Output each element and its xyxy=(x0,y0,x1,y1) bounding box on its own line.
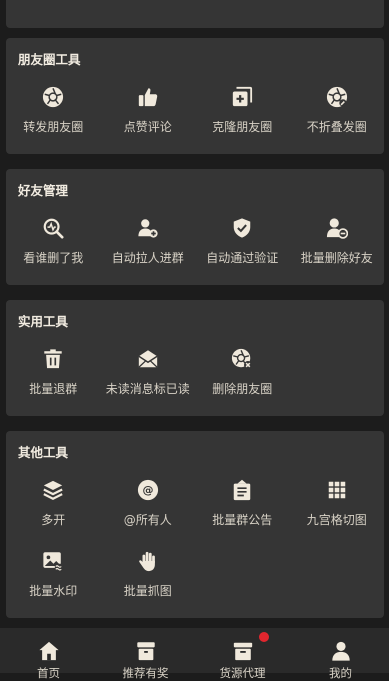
aperture-delete-icon xyxy=(229,346,255,372)
top-partial-card xyxy=(6,0,384,28)
other-tools-card: 其他工具 多开 @ @所有人 批量群公告 九宫格切图 批量水印 批量抓图 xyxy=(6,431,384,618)
nine-grid-cut-button[interactable]: 九宫格切图 xyxy=(290,477,385,537)
auto-invite-group-button[interactable]: 自动拉人进群 xyxy=(101,215,196,275)
hand-icon xyxy=(135,548,161,574)
aperture-edit-icon xyxy=(324,84,350,110)
friend-management-card: 好友管理 看谁删了我 自动拉人进群 自动通过验证 批量删除好友 xyxy=(6,169,384,285)
item-label: 批量退群 xyxy=(0,380,107,397)
tab-referral[interactable]: 推荐有奖 xyxy=(97,628,194,673)
item-label: 批量删除好友 xyxy=(284,249,389,266)
mail-open-icon xyxy=(135,346,161,372)
tab-label: 我的 xyxy=(292,665,389,681)
user-remove-icon xyxy=(324,215,350,241)
utility-tools-card: 实用工具 批量退群 未读消息标已读 删除朋友圈 xyxy=(6,300,384,416)
grid-icon xyxy=(324,477,350,503)
at-icon: @ xyxy=(135,477,161,503)
clone-moments-button[interactable]: 克隆朋友圈 xyxy=(195,84,290,144)
tab-supply-agent[interactable]: 货源代理 xyxy=(194,628,291,673)
bottom-tab-bar: 首页 推荐有奖 货源代理 我的 xyxy=(0,628,389,673)
tab-profile[interactable]: 我的 xyxy=(292,628,389,673)
item-label: 点赞评论 xyxy=(95,118,202,135)
gift-box-icon xyxy=(135,640,157,662)
item-label: 看谁删了我 xyxy=(0,249,107,266)
notice-board-icon xyxy=(229,477,255,503)
thumbs-up-icon xyxy=(135,84,161,110)
trash-icon xyxy=(40,346,66,372)
section-title: 好友管理 xyxy=(18,180,68,199)
item-label: 九宫格切图 xyxy=(284,511,389,528)
section-title: 朋友圈工具 xyxy=(18,49,81,68)
tab-label: 货源代理 xyxy=(194,665,291,681)
forward-moments-button[interactable]: 转发朋友圈 xyxy=(6,84,101,144)
aperture-icon xyxy=(40,84,66,110)
home-icon xyxy=(38,640,60,662)
who-deleted-me-button[interactable]: 看谁删了我 xyxy=(6,215,101,275)
item-label: 删除朋友圈 xyxy=(189,380,296,397)
batch-watermark-button[interactable]: 批量水印 xyxy=(6,548,101,608)
image-watermark-icon xyxy=(40,548,66,574)
section-title: 其他工具 xyxy=(18,442,68,461)
svg-text:@: @ xyxy=(142,484,153,497)
no-fold-post-button[interactable]: 不折叠发圈 xyxy=(290,84,385,144)
item-label: 批量抓图 xyxy=(95,582,202,599)
batch-capture-button[interactable]: 批量抓图 xyxy=(101,548,196,608)
mark-unread-read-button[interactable]: 未读消息标已读 xyxy=(101,346,196,406)
item-label: 自动拉人进群 xyxy=(95,249,202,266)
shield-check-icon xyxy=(229,215,255,241)
auto-accept-button[interactable]: 自动通过验证 xyxy=(195,215,290,275)
notification-badge xyxy=(259,632,269,642)
item-label: 克隆朋友圈 xyxy=(189,118,296,135)
item-label: 多开 xyxy=(0,511,107,528)
item-label: 批量群公告 xyxy=(189,511,296,528)
moments-tools-card: 朋友圈工具 转发朋友圈 点赞评论 克隆朋友圈 不折叠发圈 xyxy=(6,38,384,154)
item-label: 不折叠发圈 xyxy=(284,118,389,135)
tab-label: 首页 xyxy=(0,665,97,681)
inbox-icon xyxy=(232,640,254,662)
clone-plus-icon xyxy=(229,84,255,110)
batch-quit-groups-button[interactable]: 批量退群 xyxy=(6,346,101,406)
detect-icon xyxy=(40,215,66,241)
item-label: 未读消息标已读 xyxy=(95,380,202,397)
item-label: 转发朋友圈 xyxy=(0,118,107,135)
section-title: 实用工具 xyxy=(18,311,68,330)
group-add-icon xyxy=(135,215,161,241)
tab-label: 推荐有奖 xyxy=(97,665,194,681)
item-label: 自动通过验证 xyxy=(189,249,296,266)
batch-delete-friends-button[interactable]: 批量删除好友 xyxy=(290,215,385,275)
item-label: @所有人 xyxy=(95,511,202,528)
tab-home[interactable]: 首页 xyxy=(0,628,97,673)
like-comment-button[interactable]: 点赞评论 xyxy=(101,84,196,144)
mention-all-button[interactable]: @ @所有人 xyxy=(101,477,196,537)
delete-moments-button[interactable]: 删除朋友圈 xyxy=(195,346,290,406)
batch-group-notice-button[interactable]: 批量群公告 xyxy=(195,477,290,537)
item-label: 批量水印 xyxy=(0,582,107,599)
multi-open-button[interactable]: 多开 xyxy=(6,477,101,537)
layers-icon xyxy=(40,477,66,503)
user-icon xyxy=(330,640,352,662)
